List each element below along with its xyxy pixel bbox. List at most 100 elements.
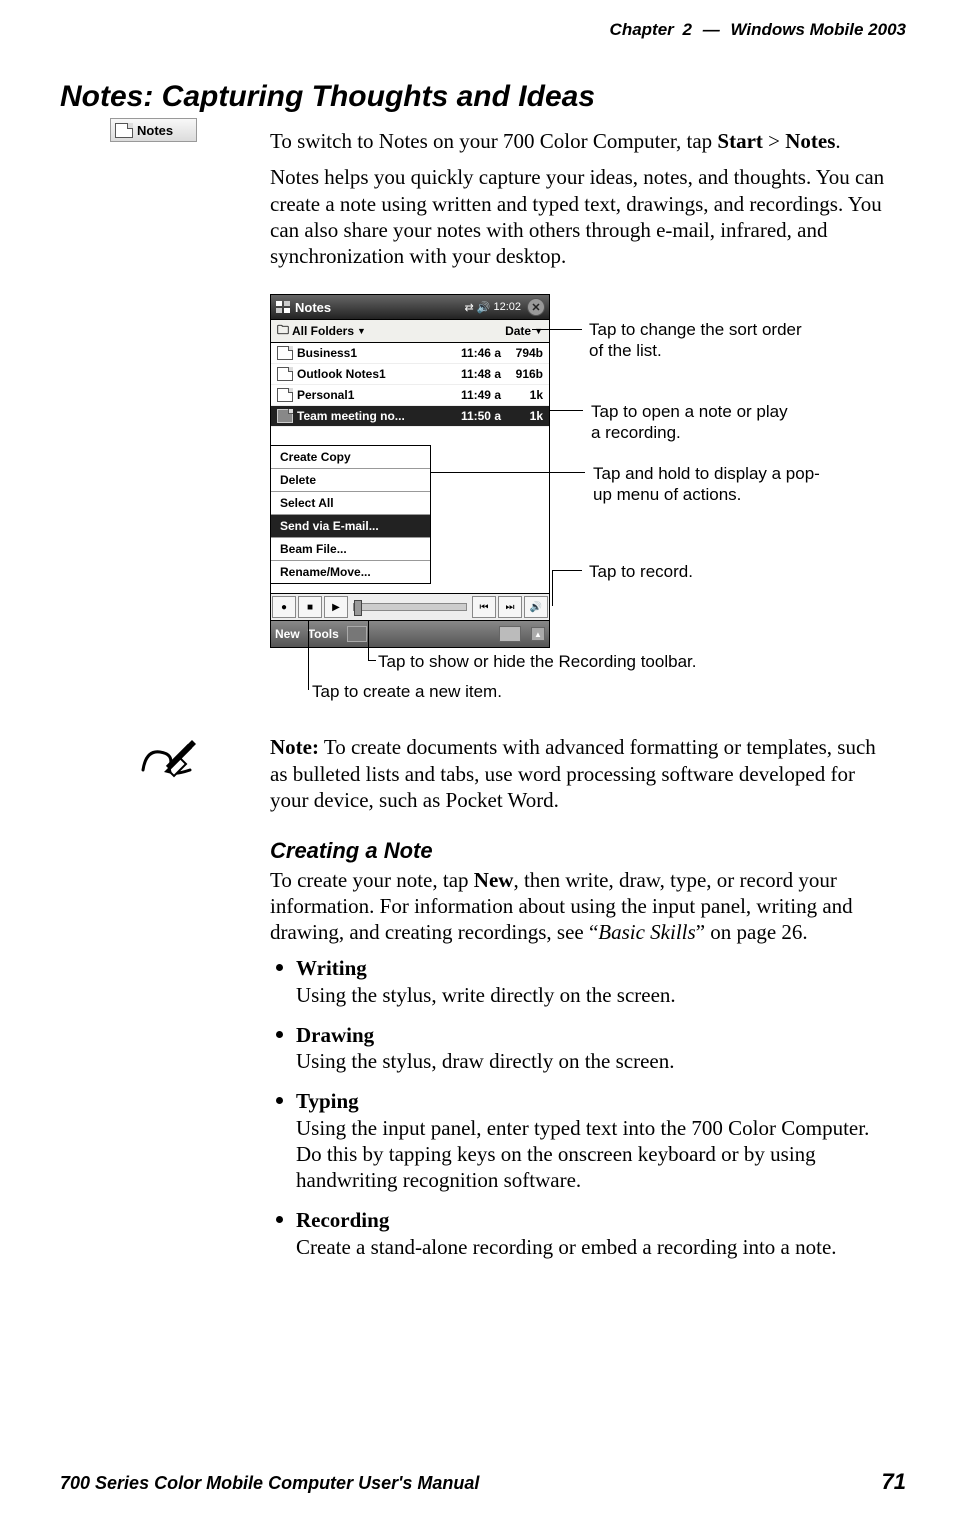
folder-dropdown[interactable]: 🗀 All Folders ▼ bbox=[277, 321, 366, 342]
intro-paragraph-1: To switch to Notes on your 700 Color Com… bbox=[270, 128, 896, 154]
list-item-selected[interactable]: Team meeting no... 11:50 a 1k bbox=[271, 406, 549, 427]
callout-hold: Tap and hold to display a pop-up menu of… bbox=[593, 464, 823, 505]
callout-showhide: Tap to show or hide the Recording toolba… bbox=[378, 652, 696, 672]
menu-rename-move[interactable]: Rename/Move... bbox=[270, 561, 430, 583]
method-name: Writing bbox=[296, 956, 367, 980]
callout-record: Tap to record. bbox=[589, 562, 693, 582]
chevron-down-icon: ▼ bbox=[357, 326, 366, 336]
leader-line bbox=[368, 660, 376, 661]
method-name: Recording bbox=[296, 1208, 389, 1232]
app-title: Notes bbox=[295, 300, 331, 315]
chevron-down-icon: ▼ bbox=[534, 326, 543, 336]
notes-label: Notes bbox=[785, 129, 835, 153]
page-footer: 700 Series Color Mobile Computer User's … bbox=[60, 1469, 906, 1495]
basic-skills-ref: Basic Skills bbox=[598, 920, 695, 944]
header-dash: — bbox=[703, 20, 720, 39]
menu-beam-file[interactable]: Beam File... bbox=[270, 538, 430, 561]
method-desc: Using the stylus, write directly on the … bbox=[296, 983, 676, 1007]
menu-send-email[interactable]: Send via E-mail... bbox=[270, 515, 430, 538]
item-name: Team meeting no... bbox=[297, 409, 445, 423]
note-file-icon bbox=[277, 409, 293, 423]
close-ok-button[interactable]: ✕ bbox=[527, 298, 545, 316]
item-time: 11:49 a bbox=[445, 388, 501, 402]
methods-list: Writing Using the stylus, write directly… bbox=[270, 955, 896, 1260]
item-size: 1k bbox=[501, 409, 543, 423]
method-desc: Using the input panel, enter typed text … bbox=[296, 1116, 869, 1193]
item-name: Business1 bbox=[297, 346, 445, 360]
item-time: 11:48 a bbox=[445, 367, 501, 381]
note-body: To create documents with advanced format… bbox=[270, 735, 876, 812]
item-size: 1k bbox=[501, 388, 543, 402]
running-header: Chapter 2 — Windows Mobile 2003 bbox=[610, 20, 906, 40]
connectivity-icon: ⇄ bbox=[465, 301, 474, 314]
leader-line bbox=[532, 329, 582, 330]
pda-screenshot: Notes ⇄ 🔊 12:02 ✕ 🗀 All Folders ▼ Date bbox=[270, 294, 550, 648]
status-area: ⇄ 🔊 12:02 bbox=[465, 301, 521, 314]
stop-button[interactable]: ■ bbox=[298, 596, 322, 618]
pencil-note-icon bbox=[140, 740, 196, 782]
menu-select-all[interactable]: Select All bbox=[270, 492, 430, 515]
list-item[interactable]: Business1 11:46 a 794b bbox=[271, 343, 549, 364]
callout-open: Tap to open a note or play a recording. bbox=[591, 402, 801, 443]
item-name: Outlook Notes1 bbox=[297, 367, 445, 381]
creating-note-heading: Creating a Note bbox=[270, 837, 896, 865]
method-name: Typing bbox=[296, 1089, 359, 1113]
titlebar: Notes ⇄ 🔊 12:02 ✕ bbox=[270, 294, 550, 320]
notes-chip: Notes bbox=[110, 118, 197, 142]
rewind-button[interactable]: ⏮ bbox=[472, 596, 496, 618]
note-list: Business1 11:46 a 794b Outlook Notes1 11… bbox=[270, 343, 550, 594]
text: ” on page 26. bbox=[696, 920, 808, 944]
note-lead: Note: bbox=[270, 735, 319, 759]
play-button[interactable]: ▶ bbox=[324, 596, 348, 618]
sort-bar: 🗀 All Folders ▼ Date ▼ bbox=[270, 320, 550, 343]
note-file-icon bbox=[277, 346, 293, 360]
leader-line bbox=[552, 570, 582, 571]
note-icon bbox=[115, 123, 133, 138]
sip-keyboard-button[interactable] bbox=[499, 626, 521, 642]
clock: 12:02 bbox=[493, 301, 521, 313]
text: . bbox=[835, 129, 840, 153]
leader-line bbox=[368, 620, 369, 660]
section-title: Notes: Capturing Thoughts and Ideas bbox=[60, 80, 906, 114]
folder-icon: 🗀 bbox=[277, 321, 289, 342]
new-label: New bbox=[474, 868, 514, 892]
margin-notes-app-chip: Notes bbox=[110, 118, 197, 142]
page-number: 71 bbox=[882, 1469, 906, 1495]
method-recording: Recording Create a stand-alone recording… bbox=[270, 1207, 896, 1260]
tools-menu[interactable]: Tools bbox=[308, 627, 339, 641]
sort-dropdown[interactable]: Date ▼ bbox=[505, 324, 543, 338]
list-item[interactable]: Outlook Notes1 11:48 a 916b bbox=[271, 364, 549, 385]
context-menu: Create Copy Delete Select All Send via E… bbox=[270, 445, 431, 584]
windows-flag-icon[interactable] bbox=[275, 299, 291, 315]
recording-toolbar-toggle[interactable] bbox=[347, 626, 367, 642]
leader-line bbox=[430, 472, 585, 473]
sort-label: Date bbox=[505, 324, 531, 338]
leader-line bbox=[308, 620, 309, 690]
item-time: 11:50 a bbox=[445, 409, 501, 423]
playback-slider[interactable] bbox=[353, 603, 467, 611]
callout-new: Tap to create a new item. bbox=[312, 682, 502, 702]
text: > bbox=[763, 129, 785, 153]
forward-button[interactable]: ⏭ bbox=[498, 596, 522, 618]
note-file-icon bbox=[277, 388, 293, 402]
item-name: Personal1 bbox=[297, 388, 445, 402]
record-button[interactable]: ● bbox=[272, 596, 296, 618]
volume-button[interactable]: 🔊 bbox=[524, 596, 548, 618]
header-title: Windows Mobile 2003 bbox=[730, 20, 906, 39]
folder-label: All Folders bbox=[292, 324, 354, 338]
method-desc: Using the stylus, draw directly on the s… bbox=[296, 1049, 675, 1073]
new-menu[interactable]: New bbox=[275, 627, 300, 641]
menu-create-copy[interactable]: Create Copy bbox=[270, 446, 430, 469]
note-file-icon bbox=[277, 367, 293, 381]
sip-up-arrow[interactable]: ▲ bbox=[531, 627, 545, 641]
list-item[interactable]: Personal1 11:49 a 1k bbox=[271, 385, 549, 406]
method-name: Drawing bbox=[296, 1023, 374, 1047]
manual-title: 700 Series Color Mobile Computer User's … bbox=[60, 1473, 479, 1494]
item-time: 11:46 a bbox=[445, 346, 501, 360]
item-size: 916b bbox=[501, 367, 543, 381]
intro-paragraph-2: Notes helps you quickly capture your ide… bbox=[270, 164, 896, 269]
callout-sort: Tap to change the sort order of the list… bbox=[589, 320, 809, 361]
menu-delete[interactable]: Delete bbox=[270, 469, 430, 492]
leader-line bbox=[550, 410, 583, 411]
note-paragraph: Note: To create documents with advanced … bbox=[270, 734, 896, 813]
